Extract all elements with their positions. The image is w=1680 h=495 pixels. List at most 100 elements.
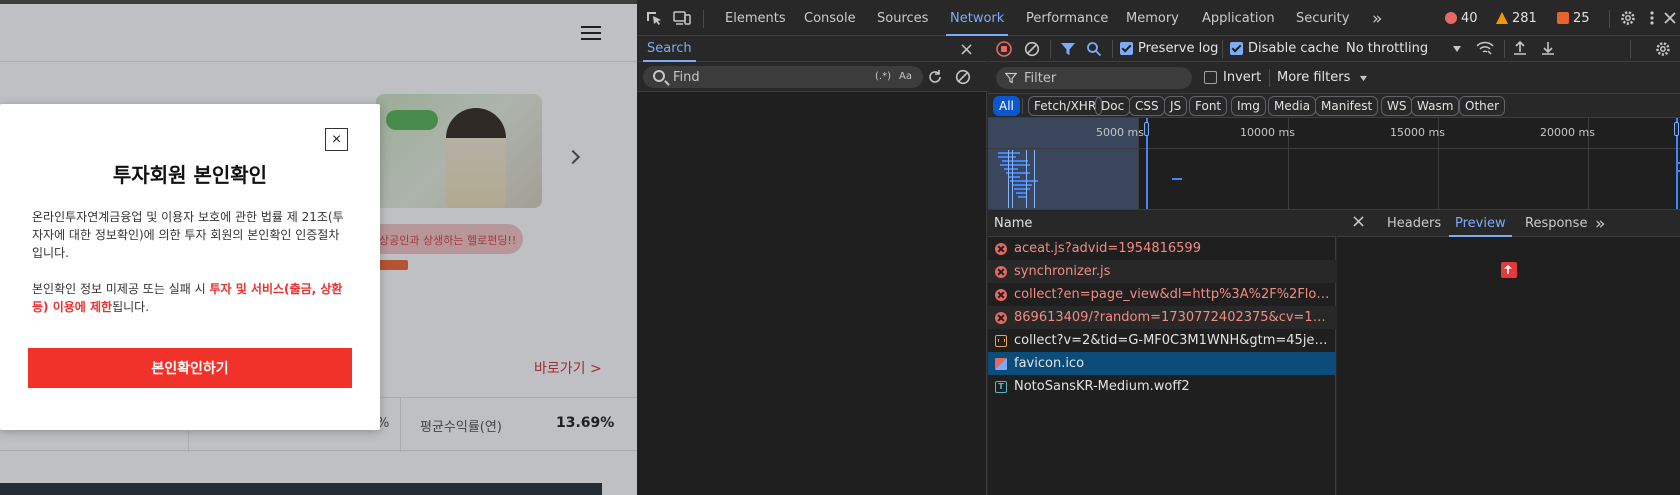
request-name: collect?en=page_view&dl=http%3A%2F%2Floc… bbox=[1014, 287, 1330, 302]
export-har-icon[interactable] bbox=[1540, 40, 1556, 56]
disable-cache-checkbox[interactable] bbox=[1230, 42, 1243, 55]
type-chip-fetch-xhr[interactable]: Fetch/XHR bbox=[1028, 96, 1103, 116]
type-chip-ws[interactable]: WS bbox=[1381, 96, 1413, 116]
timeline-label: 15000 ms bbox=[1390, 126, 1445, 139]
modal-body: 온라인투자연계금융업 및 이용자 보호에 관한 법률 제 21조(투자자에 대한… bbox=[32, 208, 350, 334]
inspect-element-icon[interactable] bbox=[645, 10, 663, 26]
tab-memory[interactable]: Memory bbox=[1126, 0, 1179, 36]
close-devtools-icon[interactable] bbox=[1663, 10, 1677, 26]
tab-sources[interactable]: Sources bbox=[877, 0, 928, 36]
match-case-toggle[interactable]: Aa bbox=[899, 71, 912, 82]
tab-performance[interactable]: Performance bbox=[1026, 0, 1108, 36]
toolbar-separator bbox=[1222, 40, 1223, 58]
type-chip-other[interactable]: Other bbox=[1459, 96, 1506, 116]
invert-label: Invert bbox=[1223, 70, 1262, 85]
error-count-badge[interactable]: 40 bbox=[1445, 11, 1478, 26]
modal-title: 투자회원 본인확인 bbox=[112, 163, 268, 187]
chip-separator bbox=[1022, 98, 1023, 114]
issues-icon bbox=[1557, 12, 1569, 24]
tab-preview[interactable]: Preview bbox=[1449, 210, 1512, 237]
timeline-request-bar bbox=[1676, 162, 1680, 164]
verify-identity-button[interactable]: 본인확인하기 bbox=[28, 348, 352, 388]
request-row[interactable]: aceat.js?advid=1954816599 bbox=[988, 237, 1336, 260]
devtools-tabbar: Elements Console Sources Network Perform… bbox=[637, 0, 1680, 36]
type-chip-img[interactable]: Img bbox=[1231, 96, 1266, 116]
timeline-right-handle[interactable] bbox=[1674, 122, 1679, 136]
timeline-label: 10000 ms bbox=[1240, 126, 1295, 139]
issues-count-badge[interactable]: 25 bbox=[1557, 11, 1590, 26]
filter-funnel-icon[interactable] bbox=[1060, 41, 1076, 57]
settings-gear-icon[interactable] bbox=[1619, 9, 1637, 27]
type-chip-wasm[interactable]: Wasm bbox=[1411, 96, 1460, 116]
device-toolbar-icon[interactable] bbox=[673, 10, 691, 26]
error-icon bbox=[995, 266, 1007, 278]
record-stop-icon[interactable] bbox=[996, 41, 1012, 57]
search-close-icon[interactable]: × bbox=[959, 39, 974, 60]
search-tab[interactable]: Search bbox=[643, 36, 696, 62]
chevron-down-icon bbox=[1360, 75, 1367, 82]
name-column-header[interactable]: Name bbox=[994, 216, 1032, 231]
timeline-header-line bbox=[988, 148, 1680, 149]
more-filters-dropdown[interactable]: More filters bbox=[1277, 70, 1350, 85]
timeline-request-bar bbox=[1172, 178, 1182, 180]
preserve-log-label: Preserve log bbox=[1138, 41, 1219, 56]
more-tabs-icon[interactable]: » bbox=[1372, 0, 1382, 36]
error-icon bbox=[1445, 12, 1457, 24]
request-list-header: Name bbox=[988, 210, 1336, 237]
tab-console[interactable]: Console bbox=[804, 0, 856, 36]
tab-security[interactable]: Security bbox=[1296, 0, 1349, 36]
network-overview-timeline[interactable]: 5000 ms 10000 ms 15000 ms 20000 ms bbox=[988, 118, 1680, 210]
warning-count-badge[interactable]: 281 bbox=[1496, 11, 1537, 26]
type-chip-doc[interactable]: Doc bbox=[1095, 96, 1131, 116]
timeline-request-bar bbox=[1034, 150, 1035, 208]
close-detail-icon[interactable]: × bbox=[1351, 208, 1366, 235]
tab-elements[interactable]: Elements bbox=[725, 0, 786, 36]
type-chip-all[interactable]: All bbox=[993, 96, 1020, 116]
modal-paragraph-warning: 본인확인 정보 미제공 또는 실패 시 투자 및 서비스(출금, 상환 등) 이… bbox=[32, 280, 350, 316]
regex-toggle[interactable]: (.*) bbox=[875, 71, 891, 82]
clear-log-icon[interactable] bbox=[1024, 41, 1040, 57]
type-chip-media[interactable]: Media bbox=[1268, 96, 1317, 116]
warning-count: 281 bbox=[1512, 11, 1537, 26]
tab-application[interactable]: Application bbox=[1202, 0, 1275, 36]
throttling-select[interactable]: No throttling bbox=[1346, 41, 1428, 56]
timeline-label: 20000 ms bbox=[1540, 126, 1595, 139]
tab-headers[interactable]: Headers bbox=[1387, 210, 1441, 237]
timeline-request-bar bbox=[998, 156, 1016, 158]
identity-verification-modal: × 투자회원 본인확인 온라인투자연계금융업 및 이용자 보호에 관한 법률 제… bbox=[0, 104, 380, 430]
modal-close-button[interactable]: × bbox=[325, 128, 348, 151]
more-detail-tabs-icon[interactable]: » bbox=[1595, 210, 1605, 237]
toolbar-separator bbox=[1504, 40, 1505, 58]
timeline-request-bar bbox=[1012, 184, 1032, 186]
request-row-selected[interactable]: favicon.ico bbox=[988, 352, 1336, 375]
import-har-icon[interactable] bbox=[1512, 40, 1528, 56]
invert-checkbox[interactable] bbox=[1204, 71, 1217, 84]
type-chip-css[interactable]: CSS bbox=[1129, 96, 1165, 116]
request-row[interactable]: T NotoSansKR-Medium.woff2 bbox=[988, 375, 1336, 398]
type-chip-js[interactable]: JS bbox=[1164, 96, 1188, 116]
clear-search-icon[interactable] bbox=[955, 69, 971, 85]
type-chip-manifest[interactable]: Manifest bbox=[1315, 96, 1379, 116]
kebab-menu-icon[interactable] bbox=[1649, 10, 1655, 26]
timeline-request-bar bbox=[1008, 176, 1020, 178]
detail-tabbar: × Headers Preview Response » bbox=[1337, 210, 1680, 237]
request-detail-pane: × Headers Preview Response » bbox=[1337, 210, 1680, 495]
tab-network[interactable]: Network bbox=[945, 0, 1009, 36]
error-icon bbox=[995, 312, 1007, 324]
refresh-icon[interactable] bbox=[927, 69, 943, 85]
search-icon[interactable] bbox=[1086, 41, 1102, 57]
timeline-request-bar bbox=[1018, 196, 1026, 198]
timeline-left-handle[interactable] bbox=[1144, 122, 1149, 136]
filter-input[interactable] bbox=[996, 67, 1192, 89]
request-row[interactable]: synchronizer.js bbox=[988, 260, 1336, 283]
network-conditions-icon[interactable] bbox=[1476, 40, 1494, 56]
network-settings-gear-icon[interactable] bbox=[1654, 40, 1672, 58]
preserve-log-checkbox[interactable] bbox=[1120, 42, 1133, 55]
script-file-icon bbox=[995, 335, 1007, 347]
request-row[interactable]: collect?v=2&tid=G-MF0C3M1WNH&gtm=45je4au… bbox=[988, 329, 1336, 352]
type-chip-font[interactable]: Font bbox=[1189, 96, 1228, 116]
tab-response[interactable]: Response bbox=[1525, 210, 1587, 237]
request-row[interactable]: collect?en=page_view&dl=http%3A%2F%2Floc… bbox=[988, 283, 1336, 306]
request-row[interactable]: 869613409/?random=1730772402375&cv=11&fs… bbox=[988, 306, 1336, 329]
request-name: collect?v=2&tid=G-MF0C3M1WNH&gtm=45je4au… bbox=[1014, 333, 1330, 348]
